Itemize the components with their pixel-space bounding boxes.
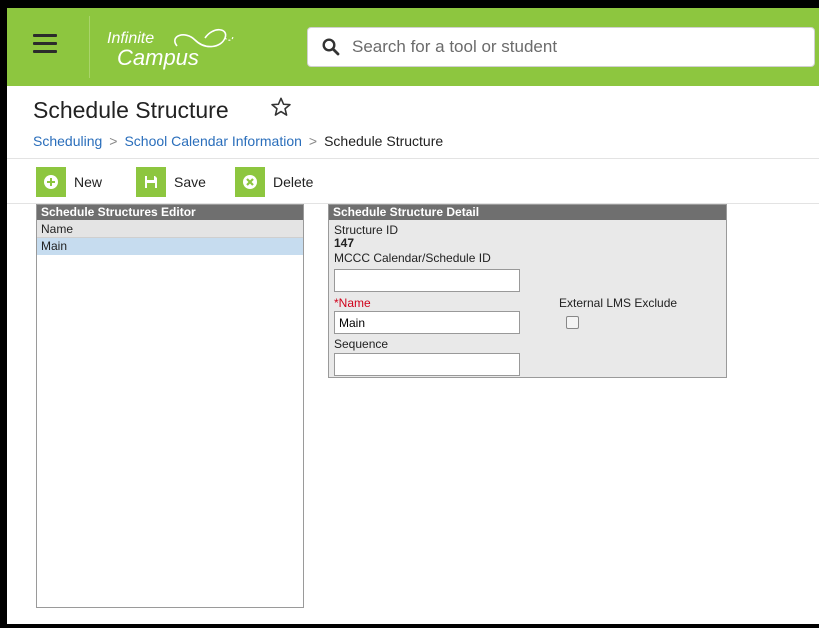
- structure-id-value: 147: [334, 236, 355, 250]
- mccc-calendar-schedule-id-input[interactable]: [334, 269, 520, 292]
- save-button-label: Save: [174, 174, 206, 190]
- sequence-label: Sequence: [334, 337, 389, 351]
- breadcrumb-chevron-icon: >: [308, 133, 318, 149]
- structure-id-label: Structure ID: [334, 223, 399, 237]
- breadcrumb: Scheduling > School Calendar Information > S…: [33, 133, 443, 149]
- mccc-calendar-schedule-id-label: MCCC Calendar/Schedule ID: [334, 251, 491, 265]
- menu-icon[interactable]: [33, 34, 57, 58]
- sequence-input[interactable]: [334, 353, 520, 376]
- new-button-label: New: [74, 174, 103, 190]
- list-item[interactable]: Main: [37, 238, 303, 255]
- name-field-label: *Name: [334, 296, 371, 310]
- plus-circle-icon: [44, 175, 58, 189]
- breadcrumb-school-calendar-information[interactable]: School Calendar Information: [124, 133, 301, 149]
- logo-infinity-icon: [174, 28, 234, 48]
- search-icon: [322, 38, 340, 56]
- schedule-structure-detail: Schedule Structure Detail Structure ID 1…: [328, 204, 727, 378]
- window-frame-bottom: [0, 624, 819, 628]
- breadcrumb-scheduling[interactable]: Scheduling: [33, 133, 102, 149]
- delete-x-circle-icon: [243, 175, 257, 189]
- name-input[interactable]: [334, 311, 520, 334]
- window-frame-left: [0, 0, 7, 628]
- name-column-header[interactable]: Name: [37, 220, 303, 238]
- infinite-campus-logo[interactable]: Infinite Campus: [107, 24, 247, 74]
- external-lms-exclude-checkbox[interactable]: [566, 316, 579, 329]
- breadcrumb-chevron-icon: >: [109, 133, 118, 149]
- header-divider: [89, 16, 90, 78]
- delete-icon-box: [235, 167, 265, 197]
- editor-title: Schedule Structures Editor: [37, 205, 303, 220]
- delete-button-label: Delete: [273, 174, 314, 190]
- delete-button[interactable]: Delete: [235, 167, 313, 197]
- new-button[interactable]: New: [36, 167, 102, 197]
- save-button[interactable]: Save: [136, 167, 206, 197]
- window-frame-top: [0, 0, 819, 8]
- schedule-structures-editor: Schedule Structures Editor Name Main: [36, 204, 304, 608]
- save-disk-icon: [145, 176, 157, 188]
- page-title: Schedule Structure: [33, 97, 229, 123]
- search-input[interactable]: [352, 28, 802, 66]
- favorite-star-icon[interactable]: [270, 96, 292, 118]
- save-icon-box: [136, 167, 166, 197]
- external-lms-exclude-label: External LMS Exclude: [559, 296, 678, 310]
- header-separator: [7, 158, 819, 159]
- breadcrumb-current: Schedule Structure: [324, 133, 444, 149]
- top-bar: Infinite Campus: [7, 8, 819, 86]
- search-box[interactable]: [307, 27, 815, 67]
- new-icon-box: [36, 167, 66, 197]
- detail-title: Schedule Structure Detail: [329, 205, 726, 220]
